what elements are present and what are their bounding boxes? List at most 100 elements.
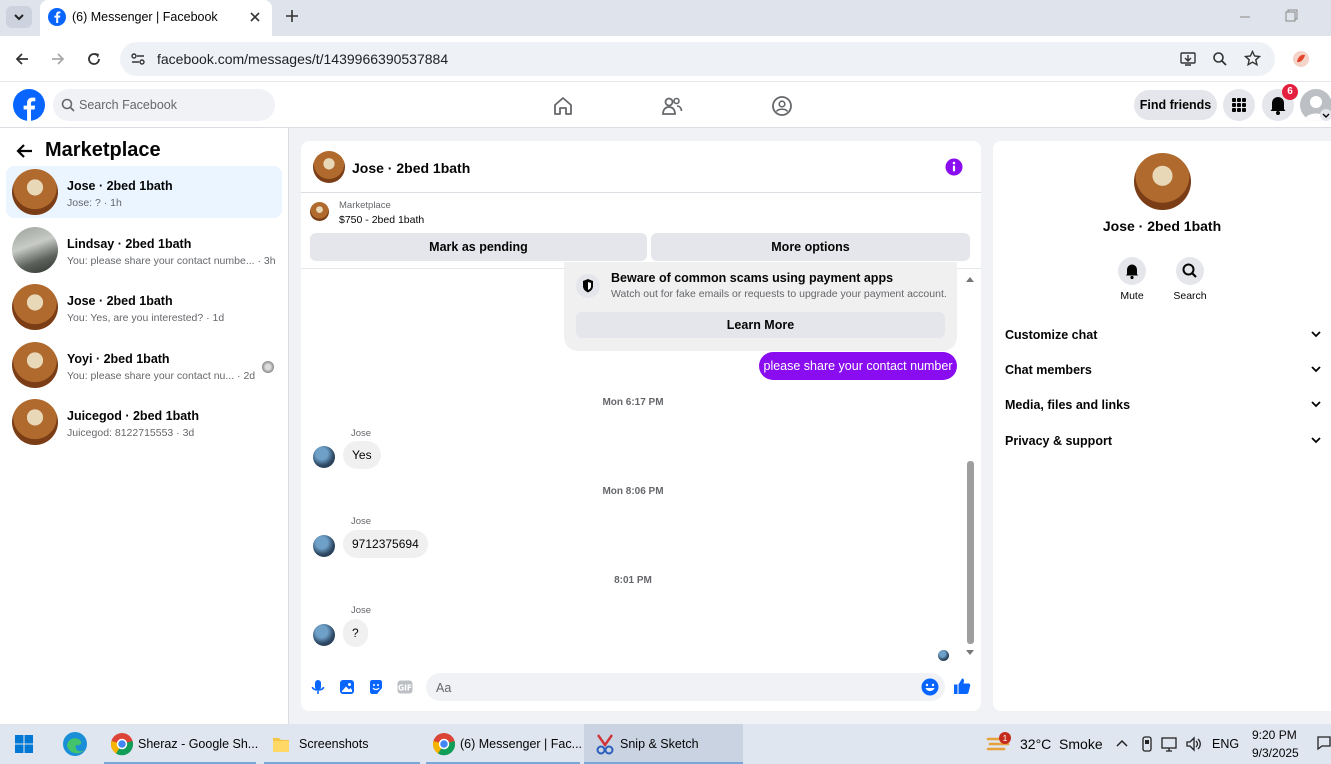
incoming-message[interactable]: Yes (343, 441, 381, 469)
weather-text[interactable]: 32°C Smoke (1020, 736, 1103, 752)
listing-source: Marketplace (339, 200, 391, 211)
gif-icon[interactable]: GIF (397, 680, 413, 694)
volume-icon[interactable] (1185, 736, 1203, 752)
conversation-avatar (12, 227, 58, 273)
scroll-up-icon[interactable] (965, 275, 975, 283)
mark-pending-button[interactable]: Mark as pending (310, 233, 647, 261)
sender-avatar[interactable] (313, 446, 335, 468)
message-timestamp: Mon 6:17 PM (602, 397, 664, 408)
restore-icon[interactable] (1284, 9, 1298, 23)
language-indicator[interactable]: ENG (1212, 737, 1239, 751)
find-friends-label: Find friends (1139, 98, 1212, 112)
incoming-message[interactable]: ? (343, 619, 368, 647)
message-sender: Jose (351, 605, 372, 616)
zoom-icon[interactable] (1212, 51, 1228, 67)
learn-more-label: Learn More (726, 318, 795, 332)
scam-warning-title: Beware of common scams using payment app… (611, 271, 894, 285)
chat-avatar[interactable] (313, 151, 345, 183)
usb-device-icon[interactable] (1139, 736, 1155, 752)
outgoing-message[interactable]: please share your contact number (759, 352, 957, 380)
conversation-item[interactable]: Juicegod · 2bed 1bath Juicegod: 81227155… (6, 396, 282, 448)
listing-title[interactable]: $750 - 2bed 1bath (339, 214, 424, 226)
conversation-item[interactable]: Jose · 2bed 1bath You: Yes, are you inte… (6, 281, 282, 333)
back-icon[interactable] (14, 51, 30, 67)
message-sender: Jose (351, 428, 372, 439)
site-settings-icon[interactable] (130, 51, 146, 67)
conversation-avatar (12, 284, 58, 330)
bookmark-star-icon[interactable] (1244, 50, 1261, 67)
forward-icon[interactable] (50, 51, 66, 67)
url-text[interactable]: facebook.com/messages/t/1439966390537884 (157, 51, 448, 67)
chevron-up-icon[interactable] (1115, 737, 1129, 749)
find-friends-button[interactable]: Find friends (1134, 90, 1217, 120)
taskbar-item-screenshots[interactable]: Screenshots (264, 724, 420, 764)
read-receipt-avatar (262, 361, 274, 373)
emoji-icon[interactable] (921, 678, 939, 696)
sender-avatar[interactable] (313, 535, 335, 557)
media-files-section[interactable]: Media, files and links (1005, 398, 1323, 412)
message-timestamp: Mon 8:06 PM (602, 486, 664, 497)
clock-date[interactable]: 9/3/2025 (1252, 746, 1299, 760)
conversation-item[interactable]: Jose · 2bed 1bath Jose: ? · 1h (6, 166, 282, 218)
chat-scrollbar-thumb[interactable] (967, 461, 974, 644)
taskbar-item-sheets[interactable]: Sheraz - Google Sh... (104, 724, 258, 764)
browser-tab-messenger[interactable]: (6) Messenger | Facebook (40, 0, 272, 36)
customize-chat-section[interactable]: Customize chat (1005, 328, 1323, 342)
close-tab-icon[interactable] (248, 10, 262, 24)
mute-button[interactable] (1118, 257, 1146, 285)
info-icon[interactable] (945, 158, 963, 176)
incoming-message[interactable]: 9712375694 (343, 530, 428, 558)
facebook-favicon-icon (48, 8, 66, 26)
clock-time[interactable]: 9:20 PM (1252, 728, 1297, 742)
menu-button[interactable] (1223, 89, 1255, 121)
conversation-item[interactable]: Lindsay · 2bed 1bath You: please share y… (6, 224, 282, 276)
taskbar-item-label: Snip & Sketch (620, 737, 699, 751)
minimize-icon[interactable] (1238, 10, 1252, 24)
home-icon[interactable] (552, 95, 574, 117)
network-icon[interactable] (1161, 736, 1179, 752)
conversation-preview: Jose: ? · 1h (67, 197, 122, 209)
chat-title[interactable]: Jose · 2bed 1bath (352, 160, 470, 176)
section-label: Media, files and links (1005, 398, 1131, 412)
privacy-support-section[interactable]: Privacy & support (1005, 434, 1323, 448)
account-chevron[interactable] (1320, 109, 1331, 121)
message-input[interactable]: Aa (426, 673, 945, 701)
weather-alert-badge: 1 (999, 732, 1011, 744)
taskbar-item-snip-sketch[interactable]: Snip & Sketch (584, 724, 743, 764)
conversation-item[interactable]: Yoyi · 2bed 1bath You: please share your… (6, 339, 282, 391)
install-app-icon[interactable] (1180, 51, 1196, 67)
taskbar-item-label: Screenshots (299, 737, 369, 751)
tab-list-dropdown[interactable] (6, 6, 32, 28)
sticker-icon[interactable] (368, 679, 384, 695)
groups-icon[interactable] (771, 95, 793, 117)
message-timestamp: 8:01 PM (614, 575, 652, 586)
chat-members-section[interactable]: Chat members (1005, 363, 1323, 377)
facebook-logo-icon[interactable] (13, 89, 45, 121)
more-options-button[interactable]: More options (651, 233, 970, 261)
scroll-down-icon[interactable] (965, 649, 975, 657)
chevron-down-icon (1311, 366, 1321, 373)
like-thumb-icon[interactable] (952, 676, 972, 696)
edge-browser-icon[interactable] (62, 731, 88, 757)
sender-avatar[interactable] (313, 624, 335, 646)
new-tab-icon[interactable] (284, 8, 300, 24)
conversation-name: Yoyi · 2bed 1bath (67, 352, 170, 366)
profile-extension-icon[interactable] (1292, 50, 1310, 68)
conversation-avatar (12, 169, 58, 215)
search-icon (1182, 263, 1197, 278)
search-placeholder[interactable]: Search Facebook (79, 98, 177, 112)
friends-icon[interactable] (661, 95, 683, 117)
chevron-down-icon (1322, 113, 1330, 118)
reload-icon[interactable] (86, 51, 102, 67)
windows-start-icon[interactable] (15, 735, 33, 753)
listing-thumbnail[interactable] (310, 202, 329, 221)
message-sender: Jose (351, 516, 372, 527)
learn-more-button[interactable]: Learn More (576, 312, 945, 338)
back-arrow-icon[interactable] (14, 141, 34, 161)
taskbar-item-messenger[interactable]: (6) Messenger | Fac... (426, 724, 582, 764)
microphone-icon[interactable] (310, 678, 326, 696)
details-avatar[interactable] (1134, 153, 1191, 210)
notification-center-icon[interactable] (1316, 735, 1331, 751)
photo-icon[interactable] (339, 679, 355, 695)
search-in-chat-button[interactable] (1176, 257, 1204, 285)
